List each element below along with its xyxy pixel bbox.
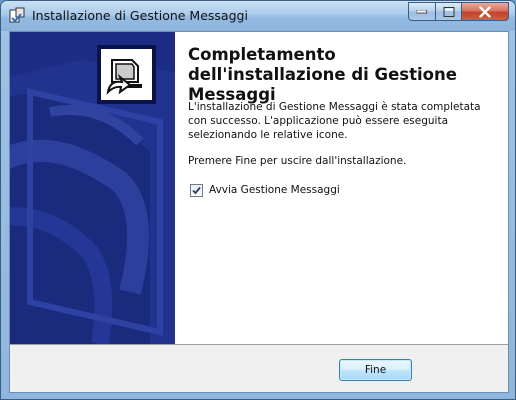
installer-window: Installazione di Gestione Messaggi Compl… xyxy=(0,0,516,400)
title-bar[interactable]: Installazione di Gestione Messaggi xyxy=(1,1,515,31)
close-button[interactable] xyxy=(462,2,509,21)
wizard-content: Completamento dell'installazione di Gest… xyxy=(175,32,508,344)
page-title: Completamento dell'installazione di Gest… xyxy=(188,45,457,104)
button-bar: Fine xyxy=(10,344,508,392)
maximize-button[interactable] xyxy=(435,2,462,21)
launch-app-label[interactable]: Avvia Gestione Messaggi xyxy=(209,184,340,196)
launch-app-checkbox[interactable] xyxy=(190,184,203,197)
completion-message: L'installazione di Gestione Messaggi è s… xyxy=(188,101,481,141)
minimize-button[interactable] xyxy=(408,2,435,21)
maximize-icon xyxy=(443,6,454,17)
minimize-icon xyxy=(416,9,427,13)
checkmark-icon xyxy=(192,186,201,195)
window-title: Installazione di Gestione Messaggi xyxy=(32,8,248,23)
wizard-page: Completamento dell'installazione di Gest… xyxy=(9,31,509,393)
installer-icon xyxy=(9,7,26,24)
close-icon xyxy=(479,6,491,17)
exit-instructions: Premere Fine per uscire dall'installazio… xyxy=(188,155,407,167)
finish-button[interactable]: Fine xyxy=(339,359,412,381)
wizard-banner xyxy=(10,32,175,344)
installer-logo-icon xyxy=(97,45,156,104)
